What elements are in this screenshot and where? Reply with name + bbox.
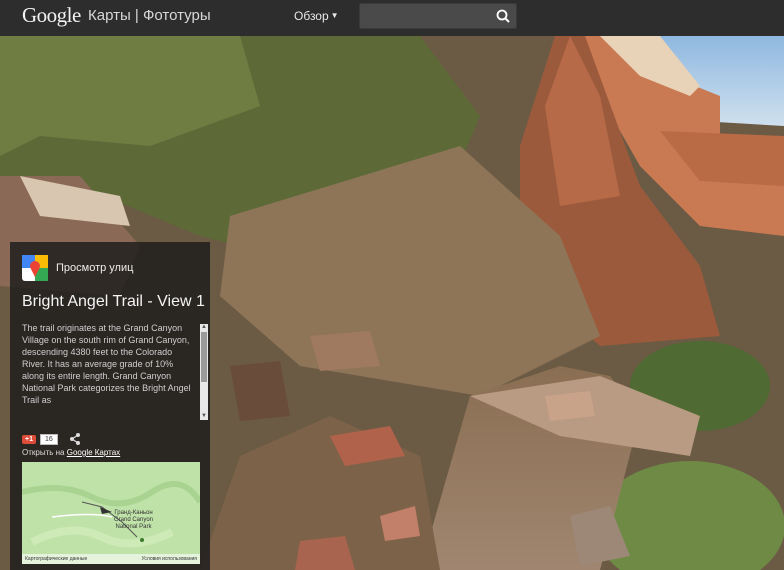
open-prefix: Открыть на: [22, 448, 65, 457]
overview-menu[interactable]: Обзор ▼: [294, 9, 339, 23]
street-view-label: Просмотр улиц: [56, 262, 134, 274]
mini-map[interactable]: Гранд-Каньон Grand Canyon National Park …: [22, 462, 200, 564]
map-place-line2: Grand Canyon: [114, 517, 154, 523]
search-icon: [496, 9, 510, 23]
scroll-down-icon[interactable]: ▼: [200, 413, 208, 420]
info-panel: Просмотр улиц Bright Angel Trail - View …: [10, 242, 210, 570]
map-terms-link[interactable]: Условия использования: [142, 556, 198, 562]
scroll-thumb[interactable]: [201, 332, 207, 382]
panorama-title: Bright Angel Trail - View 1: [22, 293, 205, 310]
map-terrain: [22, 462, 200, 564]
caret-down-icon: ▼: [330, 11, 339, 20]
open-maps-link[interactable]: Google Картах: [67, 448, 120, 457]
gplus-count: 16: [39, 433, 58, 445]
description-text: The trail originates at the Grand Canyon…: [22, 323, 191, 405]
top-bar: Google Карты | Фототуры Обзор ▼: [0, 0, 784, 36]
search-input[interactable]: [360, 4, 496, 28]
description-scrollbar[interactable]: ▲ ▼: [200, 324, 208, 420]
description-box[interactable]: The trail originates at the Grand Canyon…: [22, 322, 208, 420]
product-title[interactable]: Карты | Фототуры: [88, 7, 211, 24]
social-row: +1 16: [22, 432, 82, 446]
search-box: [359, 3, 517, 29]
open-in-maps: Открыть на Google Картах: [22, 448, 120, 457]
street-view-header[interactable]: Просмотр улиц: [22, 254, 133, 282]
map-footer: Картографические данные Условия использо…: [22, 554, 200, 564]
map-data-credit[interactable]: Картографические данные: [25, 556, 87, 562]
map-place-line3: National Park: [115, 524, 152, 530]
search-button[interactable]: [492, 5, 514, 27]
map-place-label: Гранд-Каньон Grand Canyon National Park: [114, 510, 153, 531]
share-icon[interactable]: [68, 432, 82, 446]
map-place-line1: Гранд-Каньон: [114, 510, 153, 516]
gplus-button[interactable]: +1: [22, 434, 36, 444]
overview-label: Обзор: [294, 9, 329, 23]
street-view-icon: [22, 255, 48, 281]
scroll-up-icon[interactable]: ▲: [200, 324, 208, 331]
google-logo[interactable]: Google: [22, 3, 81, 28]
